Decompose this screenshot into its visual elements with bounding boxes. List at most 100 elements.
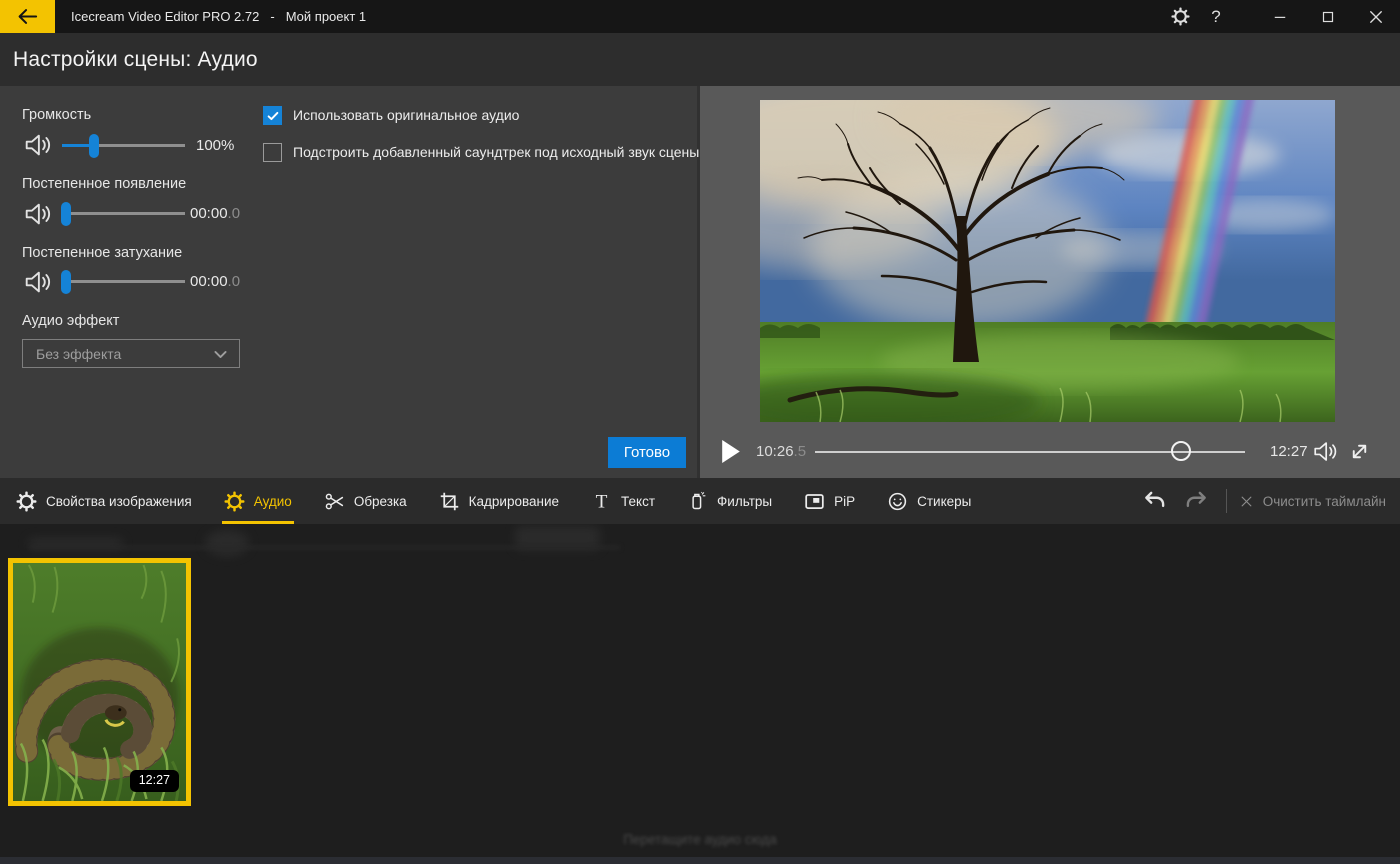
gear-icon [16,491,37,512]
tab-filters[interactable]: Фильтры [685,478,774,524]
fade-in-slider[interactable] [62,201,185,227]
tab-text[interactable]: Текст [589,478,657,524]
maximize-icon [1319,8,1337,26]
back-arrow-icon [16,5,39,28]
page-header: Настройки сцены: Аудио [0,33,1400,86]
tab-crop[interactable]: Кадрирование [437,478,561,524]
current-time: 10:26.5 [756,443,806,460]
tab-image-properties[interactable]: Свойства изображения [14,478,194,524]
fade-in-slider-track [62,212,185,215]
checkbox-label: Использовать оригинальное аудио [293,106,519,125]
audio-effect-label: Аудио эффект [22,313,119,329]
video-preview [760,100,1335,422]
audio-effect-selected: Без эффекта [36,346,121,362]
clear-timeline-label: Очистить таймлайн [1263,494,1386,509]
preview-panel: 10:26.5 12:27 [700,86,1400,478]
volume-slider-handle[interactable] [89,134,99,158]
audio-drop-hint: Перетащите аудио сюда [0,832,1400,847]
fade-out-slider-handle[interactable] [61,270,71,294]
title-separator: - [270,9,274,24]
tab-audio[interactable]: Аудио [222,478,294,524]
timeline: 12:27 Перетащите аудио сюда [0,524,1400,864]
fade-in-slider-handle[interactable] [61,202,71,226]
back-button[interactable] [0,0,55,33]
checkbox-box [263,143,282,162]
sticker-icon [887,491,908,512]
titlebar-controls: ? [1162,0,1400,33]
speaker-icon [22,267,52,297]
volume-icon[interactable] [1311,438,1338,465]
audio-track-edge [0,857,1400,864]
clear-timeline-button[interactable]: Очистить таймлайн [1239,494,1386,509]
app-title: Icecream Video Editor PRO 2.72 [71,9,259,24]
history-controls: Очистить таймлайн [1127,478,1386,524]
timeline-clip-selected[interactable]: 12:27 [8,558,191,806]
audio-settings-panel: Громкость 100% Постепенное появление 00:… [0,86,700,478]
use-original-audio-checkbox[interactable]: Использовать оригинальное аудио [263,106,519,125]
help-button[interactable]: ? [1198,0,1234,33]
pip-icon [804,491,825,512]
play-button[interactable] [720,438,742,465]
volume-value: 100% [196,137,234,154]
tab-label: Стикеры [917,494,971,509]
tab-label: Аудио [254,494,292,509]
tool-tabbar: Свойства изображения Аудио Обрезка Кадри… [0,478,1400,524]
fade-out-slider[interactable] [62,269,185,295]
redo-button[interactable] [1183,488,1209,514]
tab-label: Текст [621,494,655,509]
window-title: Icecream Video Editor PRO 2.72 - Мой про… [71,9,366,24]
fade-out-slider-track [62,280,185,283]
minimize-button[interactable] [1256,0,1304,33]
seek-slider[interactable] [815,438,1245,466]
fade-out-fraction: .0 [228,273,241,290]
tab-trim[interactable]: Обрезка [322,478,409,524]
volume-slider[interactable] [62,133,185,159]
gear-icon [224,491,245,512]
tab-label: PiP [834,494,855,509]
volume-label: Громкость [22,107,91,123]
fade-in-fraction: .0 [228,205,241,222]
close-icon [1239,494,1254,509]
preview-video-image [760,100,1335,422]
titlebar: Icecream Video Editor PRO 2.72 - Мой про… [0,0,1400,33]
duration-time: 12:27 [1270,443,1308,460]
fade-in-label: Постепенное появление [22,176,186,192]
check-icon [266,109,280,123]
tab-pip[interactable]: PiP [802,478,857,524]
speaker-icon [22,199,52,229]
done-button[interactable]: Готово [608,437,686,468]
close-button[interactable] [1352,0,1400,33]
clip-duration-badge: 12:27 [130,770,179,792]
tab-label: Свойства изображения [46,494,192,509]
seek-handle[interactable] [1171,441,1191,461]
checkbox-box [263,106,282,125]
app-window: Icecream Video Editor PRO 2.72 - Мой про… [0,0,1400,864]
tab-label: Обрезка [354,494,407,509]
fade-out-value: 00:00.0 [190,273,240,290]
fullscreen-icon[interactable] [1348,440,1371,463]
minimize-icon [1271,8,1289,26]
gear-icon [1171,7,1190,26]
fade-out-label: Постепенное затухание [22,245,182,261]
text-icon [591,491,612,512]
audio-effect-dropdown[interactable]: Без эффекта [22,339,240,368]
undo-button[interactable] [1142,488,1168,514]
checkbox-label: Подстроить добавленный саундтрек под исх… [293,143,699,162]
page-title: Настройки сцены: Аудио [13,48,258,72]
fade-in-value: 00:00.0 [190,205,240,222]
adjust-soundtrack-checkbox[interactable]: Подстроить добавленный саундтрек под исх… [263,143,699,162]
clip-thumbnail-snake-image [13,563,186,801]
crop-icon [439,491,460,512]
close-icon [1367,8,1385,26]
settings-button[interactable] [1162,0,1198,33]
speaker-icon [22,130,52,160]
timeline-ghost-line [30,546,620,549]
main-area: Громкость 100% Постепенное появление 00:… [0,86,1400,478]
maximize-button[interactable] [1304,0,1352,33]
tab-stickers[interactable]: Стикеры [885,478,973,524]
tab-label: Кадрирование [469,494,559,509]
chevron-down-icon [212,346,229,363]
filter-icon [687,491,708,512]
current-time-fraction: .5 [794,443,807,460]
divider [1226,489,1227,513]
